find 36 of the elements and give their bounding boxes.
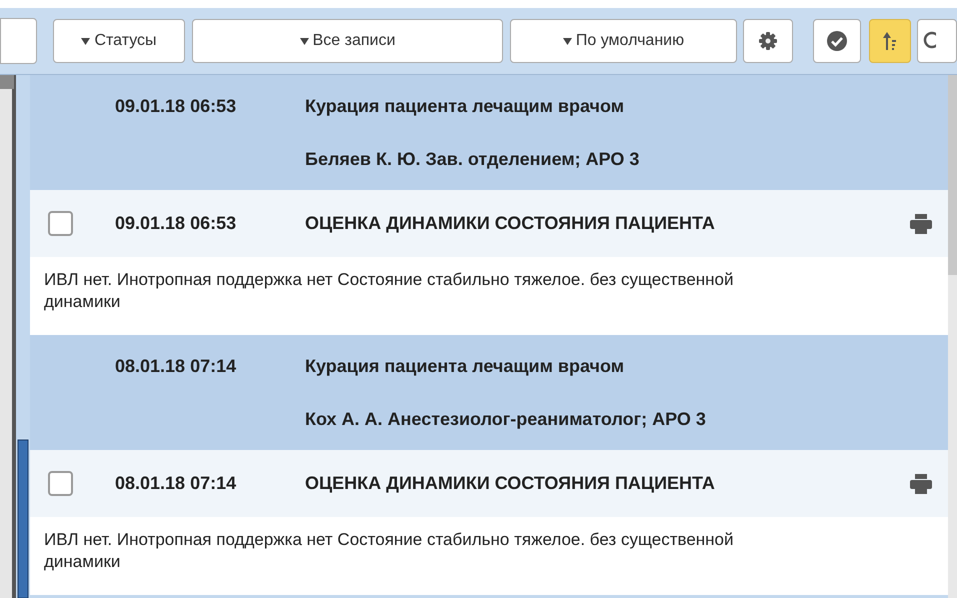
caret-icon: [300, 38, 309, 44]
input-field[interactable]: [0, 18, 37, 64]
filter-dropdown[interactable]: По умолчанию: [510, 19, 737, 63]
checkbox[interactable]: [48, 471, 73, 496]
entry-header[interactable]: 08.01.18 07:14 Курация пациента лечащим врачом Кох А. А. Анестезиолог-реаниматолог; АРО 3: [30, 335, 948, 450]
scrollbar-drawing[interactable]: [0, 75, 30, 598]
record-title: ОЦЕНКА ДИНАМИКИ СОСТОЯНИЯ ПАЦИЕНТА: [305, 472, 716, 495]
entry-date: 08.01.18 07:14: [115, 354, 238, 378]
printer-icon[interactable]: [910, 214, 932, 234]
filter-dropdown[interactable]: Статусы: [53, 19, 185, 63]
entry-date: 09.01.18 06:53: [115, 94, 238, 118]
entry-title: Курация пациента лечащим врачом: [305, 354, 624, 378]
entry-title: Курация пациента лечащим врачом: [305, 94, 624, 118]
record-date: 08.01.18 07:14: [115, 472, 238, 495]
record-note: ИВЛ нет. Инотропная поддержка нет Состояние стабильно тяжелое. без существенной динамики: [44, 269, 735, 313]
entry-author: Кох А. А. Анестезиолог-реаниматолог; АРО 3: [305, 408, 706, 431]
scrollbar[interactable]: [948, 75, 957, 598]
settings-button[interactable]: [743, 19, 793, 63]
check-circle-icon: [826, 30, 848, 52]
record-row[interactable]: 08.01.18 07:14 ОЦЕНКА ДИНАМИКИ СОСТОЯНИЯ ПАЦИЕНТА: [30, 450, 948, 517]
entry-author: Беляев К. Ю. Зав. отделением; АРО 3: [305, 148, 640, 171]
caret-icon: [562, 38, 572, 44]
record-note: ИВЛ нет. Инотропная поддержка нет Состояние стабильно тяжелое. без существенной динамики: [44, 529, 735, 573]
checkbox[interactable]: [48, 211, 73, 236]
record-title: ОЦЕНКА ДИНАМИКИ СОСТОЯНИЯ ПАЦИЕНТА: [305, 212, 716, 235]
sort-up-icon: [882, 30, 898, 52]
entry-header[interactable]: 09.01.18 06:53 Курация пациента лечащим врачом Беляев К. Ю. Зав. отделением; АРО 3: [30, 75, 948, 190]
record-row[interactable]: 09.01.18 06:53 ОЦЕНКА ДИНАМИКИ СОСТОЯНИЯ ПАЦИЕНТА: [30, 190, 948, 257]
filter-dropdown[interactable]: Все записи: [192, 19, 503, 63]
settings-icon: [758, 31, 778, 51]
printer-icon[interactable]: [910, 474, 932, 494]
caret-icon: [81, 38, 90, 44]
sort-button[interactable]: [869, 19, 911, 63]
approve-button[interactable]: [813, 19, 861, 63]
record-date: 09.01.18 06:53: [115, 212, 238, 235]
search-button[interactable]: [917, 19, 957, 63]
